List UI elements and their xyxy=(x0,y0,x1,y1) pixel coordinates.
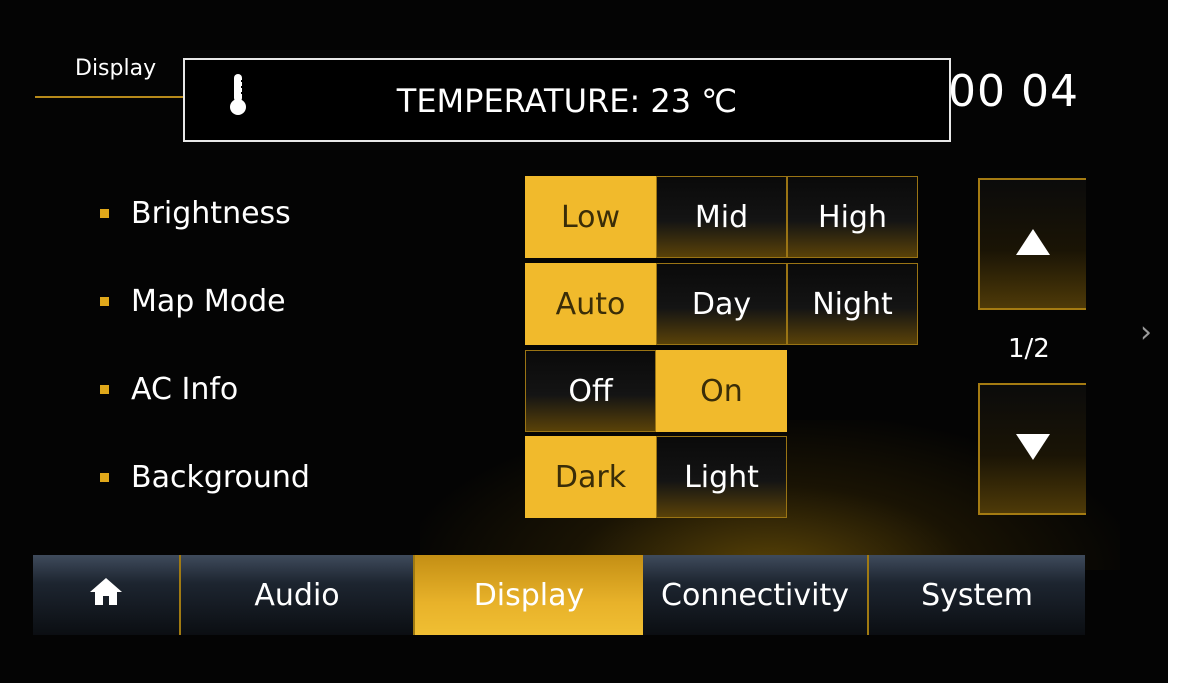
ac-info-option-off[interactable]: Off xyxy=(525,350,656,432)
page-title: Display xyxy=(75,56,157,81)
triangle-down-icon xyxy=(1014,432,1052,466)
background-option-dark[interactable]: Dark xyxy=(525,436,656,518)
page-up-button[interactable] xyxy=(978,178,1086,310)
setting-label-brightness: Brightness xyxy=(100,196,291,231)
infotainment-screen: Display 00 04 TEMPERATURE: 23 ℃ Brightne… xyxy=(0,0,1178,683)
page-indicator: 1/2 xyxy=(1008,334,1050,364)
header-divider xyxy=(35,96,185,98)
bullet-icon xyxy=(100,385,109,394)
map-mode-option-night[interactable]: Night xyxy=(787,263,918,345)
tab-home[interactable] xyxy=(33,555,181,635)
ac-info-option-on[interactable]: On xyxy=(656,350,787,432)
brightness-option-high[interactable]: High xyxy=(787,176,918,258)
chevron-right-icon: › xyxy=(1140,315,1152,350)
setting-label-text: Brightness xyxy=(131,196,291,231)
setting-label-map-mode: Map Mode xyxy=(100,284,286,319)
brightness-option-low[interactable]: Low xyxy=(525,176,656,258)
map-mode-option-day[interactable]: Day xyxy=(656,263,787,345)
home-icon xyxy=(89,576,123,614)
tab-display[interactable]: Display xyxy=(415,555,643,635)
bullet-icon xyxy=(100,209,109,218)
brightness-selector: Low Mid High xyxy=(525,176,918,258)
screen-bezel xyxy=(1168,0,1178,683)
page-down-button[interactable] xyxy=(978,383,1086,515)
tab-connectivity[interactable]: Connectivity xyxy=(643,555,869,635)
background-option-light[interactable]: Light xyxy=(656,436,787,518)
triangle-up-icon xyxy=(1014,227,1052,261)
tab-system[interactable]: System xyxy=(869,555,1085,635)
setting-label-background: Background xyxy=(100,460,310,495)
map-mode-option-auto[interactable]: Auto xyxy=(525,263,656,345)
setting-label-text: Map Mode xyxy=(131,284,286,319)
bullet-icon xyxy=(100,297,109,306)
temperature-popup: TEMPERATURE: 23 ℃ xyxy=(183,58,951,142)
map-mode-selector: Auto Day Night xyxy=(525,263,918,345)
clock: 00 04 xyxy=(948,66,1079,117)
bullet-icon xyxy=(100,473,109,482)
setting-label-ac-info: AC Info xyxy=(100,372,238,407)
setting-label-text: AC Info xyxy=(131,372,239,407)
tab-audio[interactable]: Audio xyxy=(181,555,415,635)
setting-label-text: Background xyxy=(131,460,310,495)
bottom-tab-bar: Audio Display Connectivity System xyxy=(33,555,1085,635)
brightness-option-mid[interactable]: Mid xyxy=(656,176,787,258)
ac-info-selector: Off On xyxy=(525,350,787,432)
temperature-text: TEMPERATURE: 23 ℃ xyxy=(396,82,738,120)
background-selector: Dark Light xyxy=(525,436,787,518)
